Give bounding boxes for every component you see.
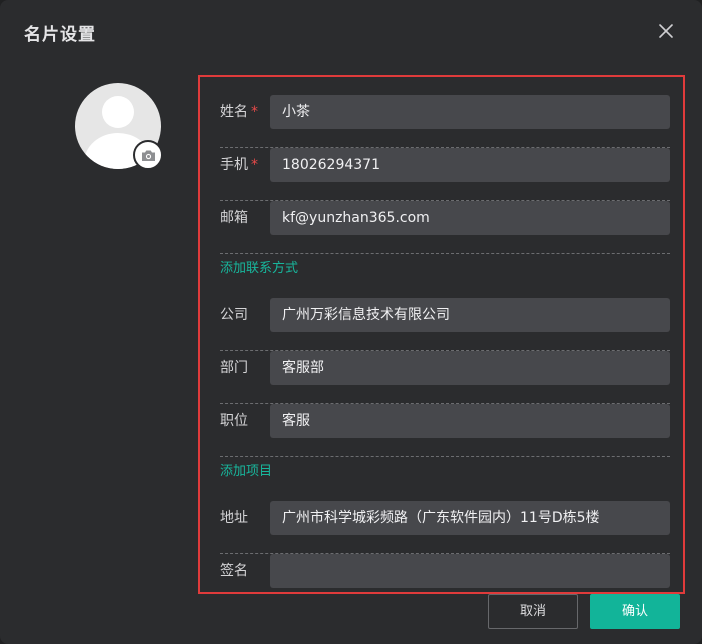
- close-icon: [659, 24, 673, 38]
- confirm-button[interactable]: 确认: [590, 594, 680, 629]
- form-row-phone: 手机 * 18026294371: [220, 148, 670, 201]
- form-row-address: 地址 广州市科学城彩频路（广东软件园内）11号D栋5楼: [220, 501, 670, 554]
- form-row-name: 姓名 * 小茶: [220, 95, 670, 148]
- form-row-email: 邮箱 kf@yunzhan365.com: [220, 201, 670, 254]
- card-form: 姓名 * 小茶 手机 * 18026294371 邮箱 kf@yunzhan365.…: [198, 75, 685, 594]
- add-contact-link[interactable]: 添加联系方式: [220, 257, 298, 276]
- email-input[interactable]: kf@yunzhan365.com: [270, 201, 670, 235]
- phone-input[interactable]: 18026294371: [270, 148, 670, 182]
- position-label: 职位: [220, 413, 248, 429]
- address-input[interactable]: 广州市科学城彩频路（广东软件园内）11号D栋5楼: [270, 501, 670, 535]
- required-mark: *: [251, 104, 258, 120]
- name-input[interactable]: 小茶: [270, 95, 670, 129]
- dialog-title: 名片设置: [24, 25, 96, 45]
- department-label: 部门: [220, 360, 248, 376]
- phone-label: 手机 *: [220, 157, 258, 173]
- upload-avatar-button[interactable]: [133, 140, 163, 170]
- avatar-area: [75, 83, 163, 170]
- email-label: 邮箱: [220, 210, 248, 226]
- business-card-settings-dialog: 名片设置 姓名 * 小茶 手机 * 18026294371 邮箱 kf@yunz…: [0, 0, 702, 644]
- department-input[interactable]: 客服部: [270, 351, 670, 385]
- form-row-position: 职位 客服: [220, 404, 670, 457]
- cancel-button[interactable]: 取消: [488, 594, 578, 629]
- company-label: 公司: [220, 307, 248, 323]
- required-mark: *: [251, 157, 258, 173]
- camera-icon: [142, 150, 155, 161]
- position-input[interactable]: 客服: [270, 404, 670, 438]
- signature-label: 签名: [220, 563, 248, 579]
- form-row-company: 公司 广州万彩信息技术有限公司: [220, 298, 670, 351]
- address-label: 地址: [220, 510, 248, 526]
- close-button[interactable]: [656, 21, 676, 41]
- company-input[interactable]: 广州万彩信息技术有限公司: [270, 298, 670, 332]
- add-item-link[interactable]: 添加项目: [220, 460, 272, 479]
- name-label: 姓名 *: [220, 104, 258, 120]
- signature-input[interactable]: [270, 554, 670, 588]
- form-row-department: 部门 客服部: [220, 351, 670, 404]
